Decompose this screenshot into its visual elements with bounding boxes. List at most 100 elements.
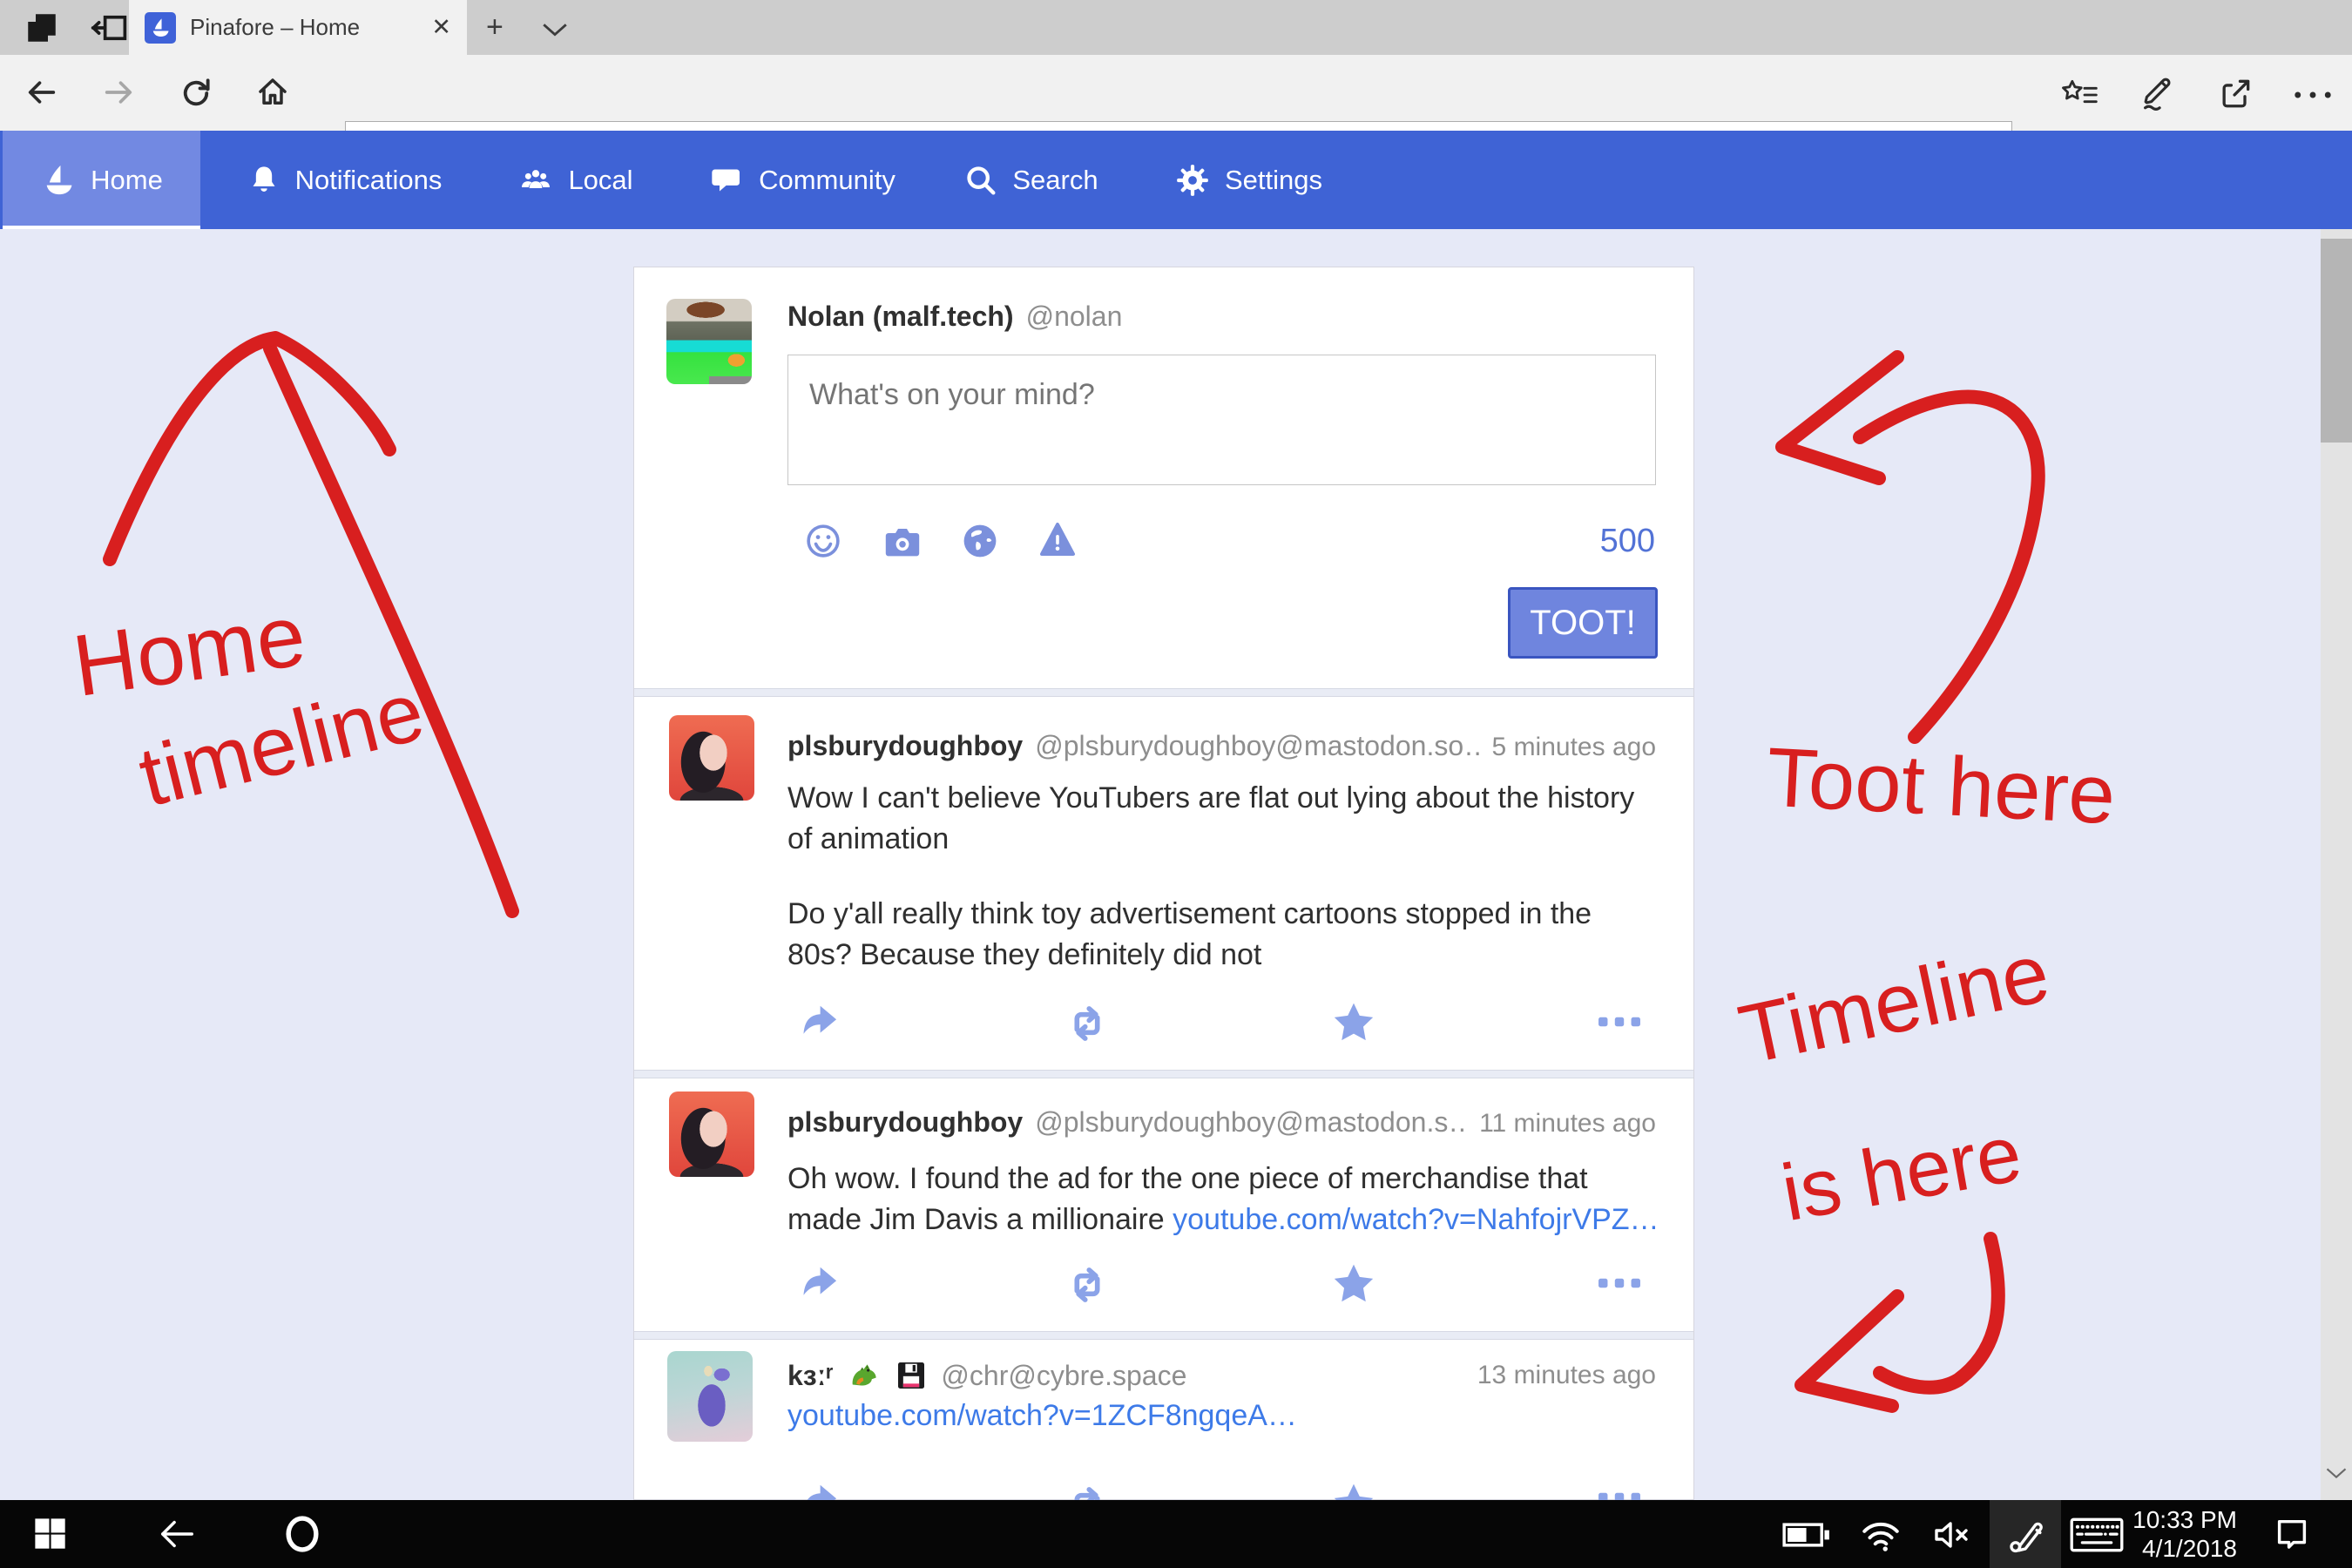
post-text-line: made Jim Davis a millionaire [787,1203,1173,1236]
avatar[interactable] [669,715,754,801]
search-icon [963,163,998,198]
boost-icon[interactable] [1064,1000,1111,1047]
back-icon[interactable] [24,75,59,110]
post-timestamp[interactable]: 13 minutes ago [1477,1361,1656,1390]
cortana-button[interactable] [280,1512,324,1556]
pinafore-favicon-icon [145,12,176,44]
section-divider [634,1070,1693,1078]
post-timestamp[interactable]: 5 minutes ago [1492,733,1656,762]
taskbar-back-button[interactable] [157,1514,197,1554]
compose-input[interactable] [787,355,1656,485]
post-handle[interactable]: @plsburydoughboy@mastodon.s… [1035,1106,1467,1139]
tab-preview-icon[interactable] [87,10,131,46]
post-text-line: Wow I can't believe YouTubers are flat o… [787,781,1634,814]
windows-taskbar: 10:33 PM 4/1/2018 [0,1500,2352,1568]
post-body: youtube.com/watch?v=1ZCF8ngqeA… [787,1396,1667,1436]
nav-item-notifications[interactable]: Notifications [222,131,466,229]
reply-icon[interactable] [800,1263,847,1307]
nav-item-community[interactable]: Community [686,131,917,229]
browser-toolbar: https://dev.pinafore.social/ [0,55,2352,131]
post-author[interactable]: kɜːʳ [787,1360,833,1392]
share-icon[interactable] [2216,75,2254,113]
post-header: kɜːʳ @chr@cybre.space 13 minutes ago [787,1357,1656,1394]
post-header: plsburydoughboy @plsburydoughboy@mastodo… [787,1106,1656,1139]
post-author[interactable]: plsburydoughboy [787,1106,1023,1139]
section-divider [634,688,1693,697]
scrollbar-thumb[interactable] [2321,239,2352,443]
boost-icon[interactable] [1064,1261,1111,1308]
reply-icon[interactable] [800,1002,847,1045]
sailboat-icon [40,162,77,199]
camera-icon[interactable] [882,523,923,561]
gear-icon [1174,162,1211,199]
post-text-line: of animation [787,822,949,855]
post-link[interactable]: youtube.com/watch?v=1ZCF8ngqeA… [787,1399,1297,1432]
post-link[interactable]: youtube.com/watch?v=NahfojrVPZ… [1173,1203,1659,1236]
post-header: plsburydoughboy @plsburydoughboy@mastodo… [787,730,1656,762]
dragon-emoji-icon [845,1357,882,1394]
settings-more-icon[interactable] [2293,90,2333,100]
post-timestamp[interactable]: 11 minutes ago [1479,1109,1656,1139]
scrollbar-down-icon[interactable] [2324,1465,2349,1481]
clock-date: 4/1/2018 [2126,1534,2237,1563]
nav-item-search[interactable]: Search [946,131,1116,229]
forward-icon[interactable] [101,75,136,110]
post-text-line: 80s? Because they definitely did not [787,938,1261,971]
post-handle[interactable]: @plsburydoughboy@mastodon.so… [1035,730,1479,762]
post-text-line: Do y'all really think toy advertisement … [787,897,1592,930]
nav-label-community: Community [759,165,896,196]
bell-icon [247,163,281,198]
nav-label-home: Home [91,165,163,196]
favorite-star-icon[interactable] [1329,1260,1378,1308]
battery-icon[interactable] [1782,1521,1831,1549]
emoji-icon[interactable] [803,521,843,561]
nav-item-home[interactable]: Home [3,131,200,229]
globe-icon[interactable] [960,521,1000,561]
post-author[interactable]: plsburydoughboy [787,730,1023,762]
wifi-icon[interactable] [1859,1516,1903,1554]
nav-label-search: Search [1012,165,1098,196]
post-body: Wow I can't believe YouTubers are flat o… [787,778,1667,860]
favorite-star-icon[interactable] [1329,998,1378,1047]
browser-tab-strip: Pinafore – Home ✕ + [0,0,2352,55]
nav-label-settings: Settings [1225,165,1322,196]
post-handle[interactable]: @chr@cybre.space [941,1360,1186,1392]
more-options-icon[interactable] [1598,1277,1641,1289]
chat-icon [708,163,745,198]
clock-time: 10:33 PM [2126,1505,2237,1534]
char-counter: 500 [1481,523,1655,560]
post-body: Oh wow. I found the ad for the one piece… [787,1159,1667,1240]
toot-button[interactable]: TOOT! [1508,587,1658,659]
nav-item-settings[interactable]: Settings [1148,131,1348,229]
compose-handle: @nolan [1026,301,1123,333]
compose-header: Nolan (malf.tech) @nolan [787,301,1656,333]
tab-close-icon[interactable]: ✕ [431,14,451,41]
favorites-hub-icon[interactable] [2061,77,2099,112]
pinafore-nav-bar: Home Notifications Local Community Searc… [0,131,2352,229]
tab-title: Pinafore – Home [190,14,431,41]
windows-ink-button[interactable] [1990,1500,2061,1568]
floppy-disk-emoji-icon [894,1358,929,1393]
set-aside-tabs-icon[interactable] [23,10,61,46]
start-button[interactable] [31,1515,68,1551]
avatar[interactable] [667,1351,753,1442]
tab-list-chevron-icon[interactable] [540,21,570,38]
volume-muted-icon[interactable] [1932,1517,1977,1552]
content-warning-icon[interactable] [1037,519,1078,561]
avatar[interactable] [669,1092,754,1177]
more-options-icon[interactable] [1598,1016,1641,1028]
browser-tab[interactable]: Pinafore – Home ✕ [129,0,467,55]
section-divider [634,1331,1693,1340]
home-icon[interactable] [254,74,291,111]
taskbar-clock[interactable]: 10:33 PM 4/1/2018 [2126,1505,2237,1563]
touch-keyboard-icon[interactable] [2070,1517,2124,1552]
nav-item-local[interactable]: Local [504,131,647,229]
nav-label-notifications: Notifications [295,165,443,196]
compose-display-name[interactable]: Nolan (malf.tech) [787,301,1014,333]
action-center-icon[interactable] [2272,1516,2312,1554]
nav-label-local: Local [568,165,632,196]
web-notes-icon[interactable] [2139,75,2178,113]
new-tab-button[interactable]: + [486,0,504,55]
refresh-icon[interactable] [178,75,214,112]
avatar[interactable] [666,299,752,384]
